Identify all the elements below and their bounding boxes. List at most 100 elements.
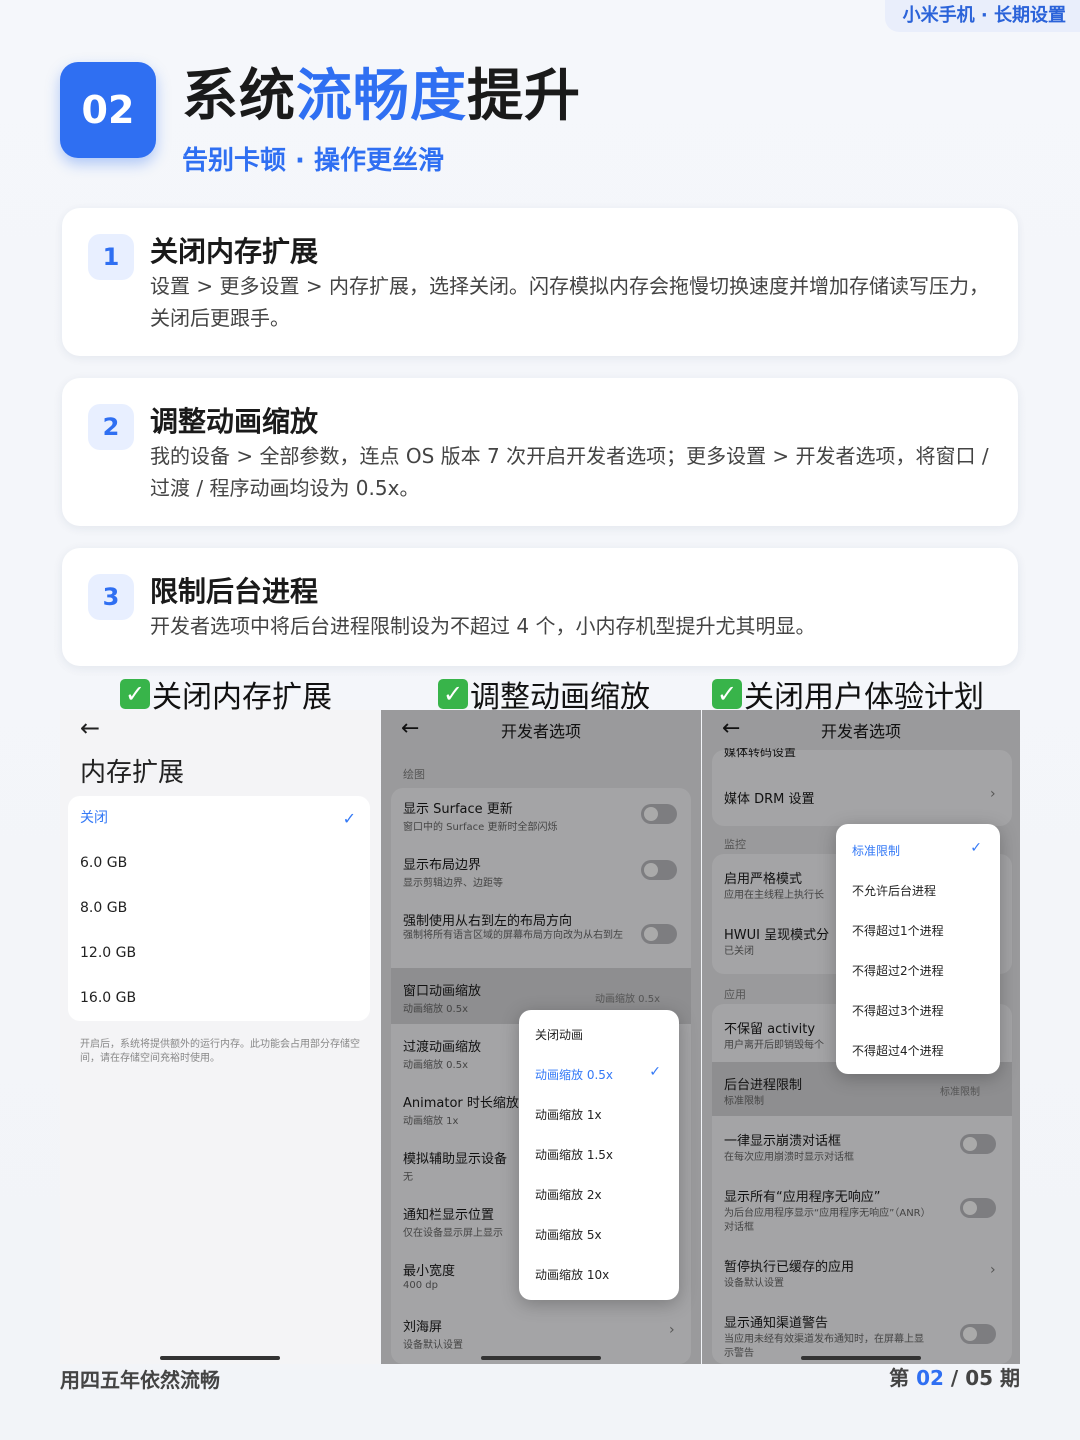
row-subtitle: 无: [403, 1172, 413, 1183]
home-indicator: [160, 1356, 280, 1360]
row-title: 暂停执行已缓存的应用: [724, 1260, 855, 1275]
option-off[interactable]: 关闭 ✓: [68, 796, 370, 841]
row-subtitle: 显示剪辑边界、边距等: [403, 878, 503, 889]
row-subtitle: 在每次应用崩溃时显示对话框: [724, 1152, 854, 1163]
popup-item[interactable]: 关闭动画: [535, 1026, 583, 1043]
toggle-switch[interactable]: [960, 1134, 996, 1154]
animation-scale-popup: 关闭动画 动画缩放 0.5x ✓ 动画缩放 1x 动画缩放 1.5x 动画缩放 …: [519, 1010, 679, 1300]
popup-item-selected[interactable]: 动画缩放 0.5x: [535, 1066, 613, 1083]
row-title: 显示布局边界: [403, 858, 482, 873]
row-subtitle: 设备默认设置: [403, 1340, 463, 1351]
row-subtitle: 窗口中的 Surface 更新时全部闪烁: [403, 822, 558, 833]
popup-item[interactable]: 不得超过2个进程: [852, 962, 944, 979]
step-description: 设置 > 更多设置 > 内存扩展，选择关闭。闪存模拟内存会拖慢切换速度并增加存储…: [150, 274, 989, 330]
option-list: 关闭 ✓ 6.0 GB 8.0 GB 12.0 GB 16.0 GB: [68, 796, 370, 1021]
row-subtitle: 仅在设备显示屏上显示: [403, 1228, 503, 1239]
step-title: 关闭内存扩展: [150, 235, 319, 268]
check-icon: ✓: [712, 679, 742, 709]
step-card-3: 3 限制后台进程 开发者选项中将后台进程限制设为不超过 4 个，小内存机型提升尤…: [62, 548, 1018, 666]
option-16gb[interactable]: 16.0 GB: [68, 976, 370, 1021]
toggle-switch[interactable]: [960, 1324, 996, 1344]
popup-item[interactable]: 动画缩放 1x: [535, 1106, 602, 1123]
top-tag: 小米手机 · 长期设置: [884, 0, 1080, 32]
row-title: 一律显示崩溃对话框: [724, 1134, 842, 1149]
toggle-switch[interactable]: [641, 924, 677, 944]
row-title: 最小宽度: [403, 1264, 456, 1279]
row-subtitle: 动画缩放 0.5x: [403, 1060, 468, 1071]
checkmark-icon: ✓: [342, 809, 356, 828]
row-subtitle: 对话框: [724, 1222, 754, 1233]
step-title: 限制后台进程: [150, 575, 319, 608]
chevron-right-icon: ›: [669, 1322, 675, 1338]
section-label: 应用: [724, 988, 746, 1001]
popup-item[interactable]: 不得超过3个进程: [852, 1002, 944, 1019]
footer-left: 用四五年依然流畅: [60, 1368, 220, 1392]
row-title: 媒体转码设置: [724, 748, 797, 758]
toggle-switch[interactable]: [641, 804, 677, 824]
option-6gb[interactable]: 6.0 GB: [68, 841, 370, 886]
popup-item[interactable]: 不允许后台进程: [852, 882, 936, 899]
row-title: HWUI 呈现模式分: [724, 928, 830, 943]
page-title: 系统流畅度提升: [182, 64, 581, 129]
row-title: 显示所有“应用程序无响应”: [724, 1190, 881, 1205]
option-12gb[interactable]: 12.0 GB: [68, 931, 370, 976]
checkmark-icon: ✓: [649, 1064, 661, 1080]
check-icon: ✓: [120, 679, 150, 709]
home-indicator: [481, 1356, 601, 1360]
row-title: 显示通知渠道警告: [724, 1316, 829, 1331]
popup-item[interactable]: 动画缩放 1.5x: [535, 1146, 613, 1163]
screenshot-developer-options-animation: ← 开发者选项 绘图 显示 Surface 更新 窗口中的 Surface 更新…: [381, 710, 701, 1364]
popup-item[interactable]: 动画缩放 5x: [535, 1226, 602, 1243]
row-value: 标准限制: [940, 1087, 980, 1098]
row-subtitle: 动画缩放 1x: [403, 1116, 459, 1127]
row-subtitle: 强制将所有语言区域的屏幕布局方向改为从右到左: [403, 930, 623, 941]
back-arrow-icon[interactable]: ←: [80, 714, 100, 742]
row-subtitle: 动画缩放 0.5x: [403, 1004, 468, 1015]
step-number: 1: [88, 234, 134, 280]
screen-title: 开发者选项: [820, 722, 901, 741]
step-number: 3: [88, 574, 134, 620]
section-label: 绘图: [403, 768, 425, 781]
step-description: 我的设备 > 全部参数，连点 OS 版本 7 次开启开发者选项；更多设置 > 开…: [150, 444, 989, 500]
popup-item[interactable]: 动画缩放 2x: [535, 1186, 602, 1203]
row-subtitle: 已关闭: [724, 946, 754, 957]
row-title: 启用严格模式: [724, 872, 803, 887]
screen-title: 内存扩展: [80, 758, 185, 788]
step-number: 2: [88, 404, 134, 450]
background-limit-popup: 标准限制 ✓ 不允许后台进程 不得超过1个进程 不得超过2个进程 不得超过3个进…: [836, 824, 1000, 1074]
popup-item[interactable]: 不得超过1个进程: [852, 922, 944, 939]
row-title: 模拟辅助显示设备: [403, 1152, 508, 1167]
row-subtitle: 当应用未经有效渠道发布通知时，在屏幕上显: [724, 1334, 924, 1345]
row-subtitle: 400 dp: [403, 1280, 438, 1291]
step-card-2: 2 调整动画缩放 我的设备 > 全部参数，连点 OS 版本 7 次开启开发者选项…: [62, 378, 1018, 526]
screenshot-developer-options-background: ← 开发者选项 媒体转码设置 媒体 DRM 设置 › 监控 启用严格模式 应用在…: [702, 710, 1020, 1364]
row-subtitle: 应用在主线程上执行长: [724, 890, 824, 901]
row-title: 媒体 DRM 设置: [724, 792, 815, 807]
popup-item[interactable]: 动画缩放 10x: [535, 1266, 609, 1283]
row-title: 过渡动画缩放: [403, 1040, 482, 1055]
popup-item-selected[interactable]: 标准限制: [852, 842, 900, 859]
row-title: 后台进程限制: [724, 1078, 803, 1093]
row-value: 动画缩放 0.5x: [595, 994, 660, 1005]
row-subtitle: 标准限制: [724, 1096, 764, 1107]
section-label: 监控: [724, 838, 746, 851]
section-number-badge: 02: [60, 62, 156, 158]
screen-title: 开发者选项: [500, 722, 581, 741]
toggle-switch[interactable]: [641, 860, 677, 880]
row-title: 刘海屏: [403, 1320, 443, 1335]
footer-page-indicator: 第 02 / 05 期: [889, 1366, 1020, 1390]
row-title: 强制使用从右到左的布局方向: [403, 914, 573, 929]
step-description: 开发者选项中将后台进程限制设为不超过 4 个，小内存机型提升尤其明显。: [150, 614, 816, 638]
step-card-1: 1 关闭内存扩展 设置 > 更多设置 > 内存扩展，选择关闭。闪存模拟内存会拖慢…: [62, 208, 1018, 356]
toggle-switch[interactable]: [960, 1198, 996, 1218]
row-subtitle: 设备默认设置: [724, 1278, 784, 1289]
step-title: 调整动画缩放: [150, 405, 319, 438]
option-8gb[interactable]: 8.0 GB: [68, 886, 370, 931]
check-icon: ✓: [438, 679, 468, 709]
chevron-right-icon: ›: [990, 786, 996, 802]
row-title: 通知栏显示位置: [403, 1208, 495, 1223]
row-subtitle: 用户离开后即销毁每个: [724, 1040, 824, 1051]
checkmark-icon: ✓: [970, 840, 982, 856]
chevron-right-icon: ›: [990, 1262, 996, 1278]
popup-item[interactable]: 不得超过4个进程: [852, 1042, 944, 1059]
